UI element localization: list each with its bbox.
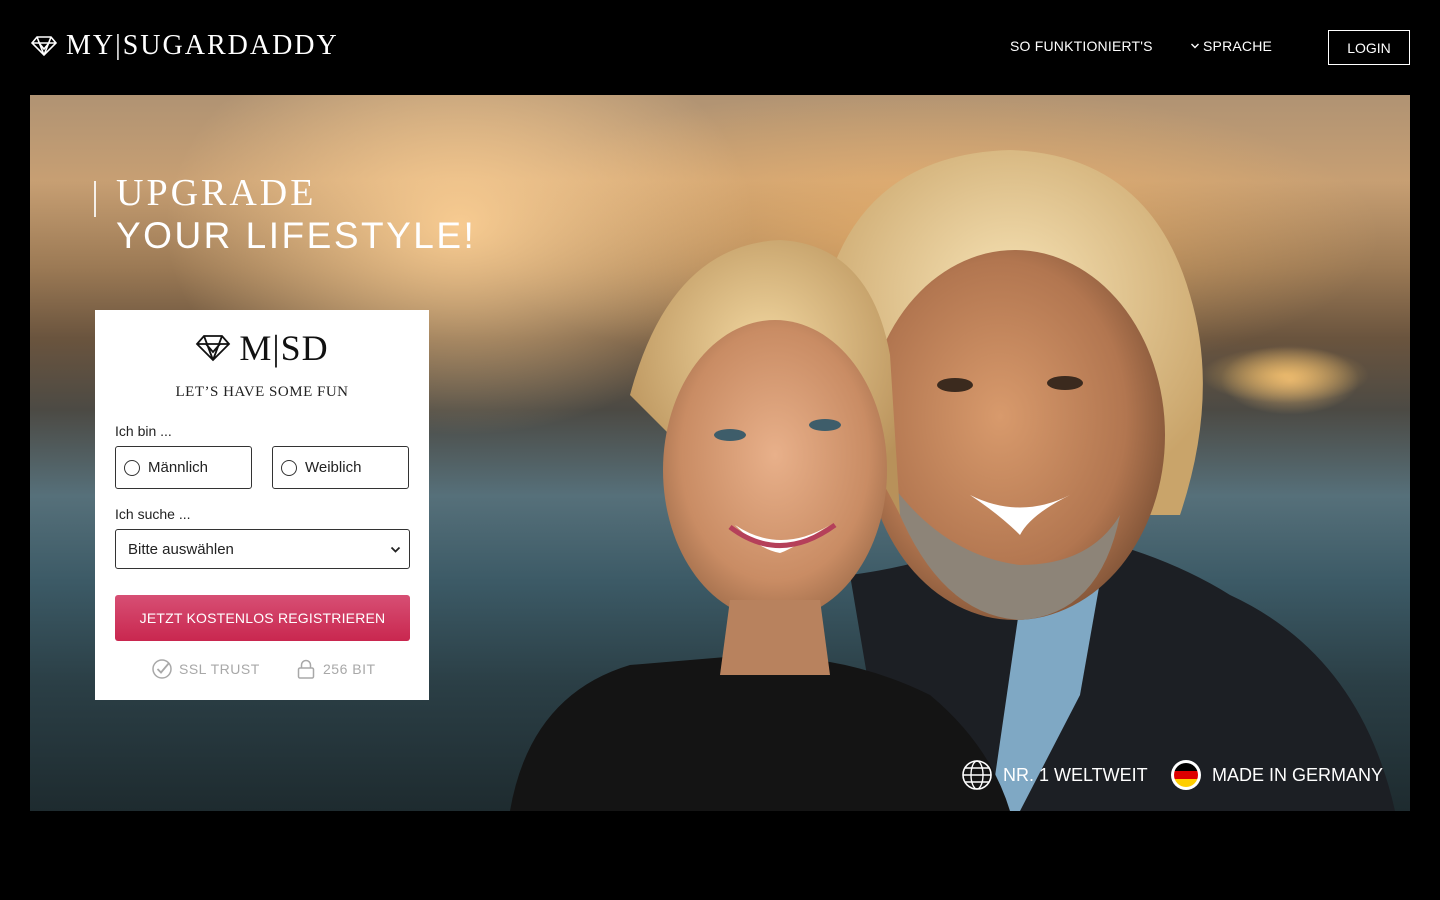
encryption-badge: 256 BIT [295,658,376,680]
form-logo: M|SD [95,327,429,369]
hero-banner: UPGRADE YOUR LIFESTYLE! M|SD LET’S HAVE … [30,95,1410,811]
hero-headline-line-2: YOUR LIFESTYLE! [116,215,477,256]
gender-male-radio[interactable]: Männlich [115,446,252,489]
diamond-logo-icon [196,335,231,362]
lock-icon [297,659,315,679]
gender-female-radio[interactable]: Weiblich [272,446,409,489]
worldwide-badge: NR. 1 WELTWEIT [961,759,1148,791]
nav-language[interactable]: SPRACHE [1190,38,1272,54]
gender-male-label: Männlich [148,459,209,476]
diamond-logo-icon [30,36,58,57]
logo-text: MY|SUGARDADDY [66,30,339,61]
login-button[interactable]: LOGIN [1328,30,1410,65]
germany-badge: MADE IN GERMANY [1170,759,1383,791]
hero-headline-line-1: UPGRADE [116,172,317,214]
encryption-label: 256 BIT [323,661,376,677]
seeking-select-value: Bitte auswählen [128,540,234,558]
germany-flag-icon [1171,760,1201,790]
radio-icon[interactable] [124,459,140,476]
germany-label: MADE IN GERMANY [1212,764,1384,785]
globe-icon [962,760,992,790]
form-tagline: LET’S HAVE SOME FUN [175,384,349,400]
nav-language-label: SPRACHE [1203,38,1273,54]
iam-label: Ich bin ... [115,423,172,439]
register-button[interactable]: JETZT KOSTENLOS REGISTRIEREN [115,595,410,641]
form-logo-text: M|SD [239,328,329,368]
registration-form: M|SD LET’S HAVE SOME FUN Ich bin ... Män… [95,310,429,700]
seeking-select[interactable]: Bitte auswählen [115,529,410,569]
worldwide-label: NR. 1 WELTWEIT [1003,764,1148,785]
seeking-label: Ich suche ... [115,506,191,522]
chevron-down-icon [390,546,401,553]
headline-accent-bar [94,181,96,217]
radio-icon[interactable] [281,459,297,476]
check-circle-icon [152,659,172,679]
ssl-trust-badge: SSL TRUST [151,658,260,680]
chevron-down-icon [1191,43,1199,49]
gender-female-label: Weiblich [305,459,362,476]
site-logo[interactable]: MY|SUGARDADDY [30,30,339,62]
ssl-trust-label: SSL TRUST [179,661,260,677]
nav-how-it-works[interactable]: SO FUNKTIONIERT'S [1010,38,1153,54]
header: MY|SUGARDADDY SO FUNKTIONIERT'S SPRACHE … [0,0,1440,95]
